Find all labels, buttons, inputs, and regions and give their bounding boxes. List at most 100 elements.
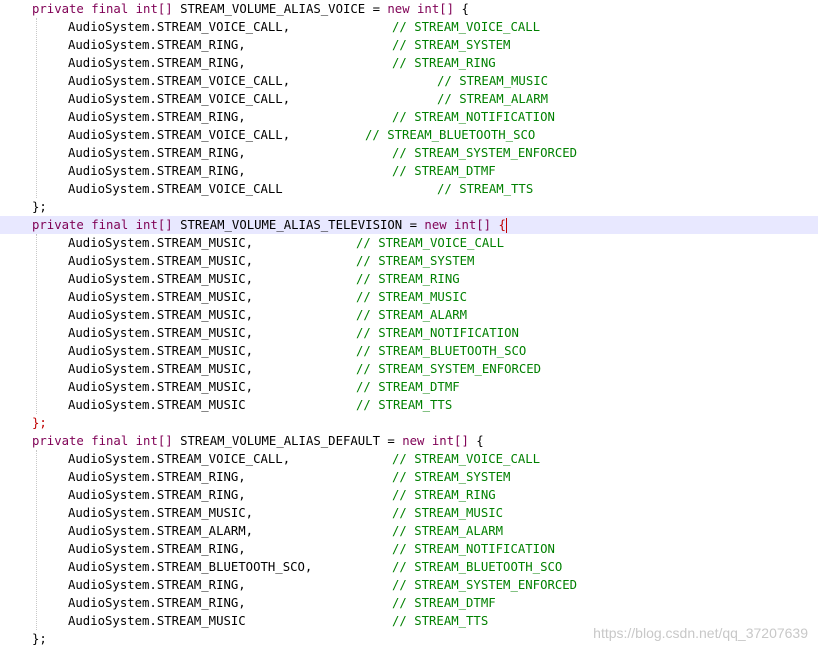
text-cursor (505, 218, 507, 233)
array-entry: AudioSystem.STREAM_RING, (68, 38, 246, 52)
line-comment: // STREAM_BLUETOOTH_SCO (356, 344, 527, 358)
open-brace: { (461, 2, 469, 16)
type-keyword: int[] (135, 218, 173, 232)
modifier-keywords: private final (32, 434, 129, 448)
line-comment: // STREAM_BLUETOOTH_SCO (365, 128, 536, 142)
array-name: STREAM_VOLUME_ALIAS_VOICE (180, 2, 366, 16)
array-entry-line: AudioSystem.STREAM_RING, // STREAM_SYSTEM… (0, 576, 818, 594)
array-entry: AudioSystem.STREAM_MUSIC, (68, 344, 254, 358)
indent-guide (36, 18, 37, 198)
array-entry: AudioSystem.STREAM_MUSIC, (68, 290, 254, 304)
array-entry-line: AudioSystem.STREAM_ALARM, // STREAM_ALARM (0, 522, 818, 540)
code-editor[interactable]: private final int[] STREAM_VOLUME_ALIAS_… (0, 0, 818, 649)
array-close: }; (0, 198, 818, 216)
array-entry-line: AudioSystem.STREAM_RING, // STREAM_RING (0, 486, 818, 504)
line-comment: // STREAM_SYSTEM_ENFORCED (392, 578, 578, 592)
array-entry-line: AudioSystem.STREAM_MUSIC, // STREAM_BLUET… (0, 342, 818, 360)
indent-guide (36, 234, 37, 414)
close-brace: }; (32, 632, 47, 646)
array-name: STREAM_VOLUME_ALIAS_DEFAULT (180, 434, 380, 448)
array-entry: AudioSystem.STREAM_MUSIC, (68, 326, 254, 340)
array-close: }; (0, 414, 818, 432)
assign-operator: = (409, 218, 418, 232)
line-comment: // STREAM_NOTIFICATION (356, 326, 519, 340)
line-comment: // STREAM_VOICE_CALL (392, 452, 541, 466)
array-entry: AudioSystem.STREAM_RING, (68, 56, 246, 70)
array-entry: AudioSystem.STREAM_MUSIC, (68, 236, 254, 250)
array-entry: AudioSystem.STREAM_RING, (68, 596, 246, 610)
array-entry: AudioSystem.STREAM_VOICE_CALL, (68, 128, 291, 142)
line-comment: // STREAM_ALARM (392, 524, 504, 538)
array-entry: AudioSystem.STREAM_MUSIC, (68, 380, 254, 394)
array-entry: AudioSystem.STREAM_VOICE_CALL, (68, 92, 291, 106)
modifier-keywords: private final (32, 218, 129, 232)
line-comment: // STREAM_DTMF (392, 164, 496, 178)
array-entry-line: AudioSystem.STREAM_VOICE_CALL // STREAM_T… (0, 180, 818, 198)
array-entry-line: AudioSystem.STREAM_RING, // STREAM_SYSTEM (0, 468, 818, 486)
line-comment: // STREAM_NOTIFICATION (392, 110, 555, 124)
line-comment: // STREAM_SYSTEM (392, 470, 511, 484)
line-comment: // STREAM_SYSTEM (392, 38, 511, 52)
type-keyword: int[] (135, 2, 173, 16)
line-comment: // STREAM_RING (392, 56, 496, 70)
line-comment: // STREAM_BLUETOOTH_SCO (392, 560, 563, 574)
line-comment: // STREAM_TTS (437, 182, 534, 196)
array-entry-line: AudioSystem.STREAM_VOICE_CALL, // STREAM_… (0, 18, 818, 36)
open-brace: { (498, 218, 506, 232)
array-entry-line: AudioSystem.STREAM_MUSIC // STREAM_TTS (0, 396, 818, 414)
array-entry: AudioSystem.STREAM_RING, (68, 470, 246, 484)
indent-guide (36, 450, 37, 630)
array-entry-line: AudioSystem.STREAM_RING, // STREAM_NOTIFI… (0, 108, 818, 126)
array-entry: AudioSystem.STREAM_RING, (68, 146, 246, 160)
new-type-keyword: int[] (431, 434, 469, 448)
array-entry-line: AudioSystem.STREAM_MUSIC, // STREAM_SYSTE… (0, 360, 818, 378)
array-entry: AudioSystem.STREAM_RING, (68, 542, 246, 556)
array-name: STREAM_VOLUME_ALIAS_TELEVISION (180, 218, 403, 232)
array-entry-line: AudioSystem.STREAM_RING, // STREAM_RING (0, 54, 818, 72)
new-keyword: new (387, 2, 410, 16)
line-comment: // STREAM_ALARM (356, 308, 468, 322)
array-entry: AudioSystem.STREAM_MUSIC, (68, 272, 254, 286)
array-entry-line: AudioSystem.STREAM_MUSIC, // STREAM_VOICE… (0, 234, 818, 252)
array-entry: AudioSystem.STREAM_VOICE_CALL (68, 182, 283, 196)
array-entry-line: AudioSystem.STREAM_RING, // STREAM_SYSTEM… (0, 144, 818, 162)
modifier-keywords: private final (32, 2, 129, 16)
line-comment: // STREAM_VOICE_CALL (356, 236, 505, 250)
array-entry-line: AudioSystem.STREAM_RING, // STREAM_DTMF (0, 162, 818, 180)
type-keyword: int[] (135, 434, 173, 448)
array-entry: AudioSystem.STREAM_MUSIC (68, 614, 246, 628)
close-brace: }; (32, 416, 47, 430)
array-entry: AudioSystem.STREAM_VOICE_CALL, (68, 452, 291, 466)
array-entry-line: AudioSystem.STREAM_VOICE_CALL, // STREAM_… (0, 72, 818, 90)
array-entry: AudioSystem.STREAM_MUSIC, (68, 254, 254, 268)
array-entry: AudioSystem.STREAM_BLUETOOTH_SCO, (68, 560, 313, 574)
array-entry-line: AudioSystem.STREAM_MUSIC, // STREAM_NOTIF… (0, 324, 818, 342)
array-entry: AudioSystem.STREAM_RING, (68, 110, 246, 124)
watermark: https://blog.csdn.net/qq_37207639 (593, 625, 808, 641)
line-comment: // STREAM_MUSIC (437, 74, 549, 88)
array-entry: AudioSystem.STREAM_MUSIC, (68, 308, 254, 322)
line-comment: // STREAM_SYSTEM (356, 254, 475, 268)
line-comment: // STREAM_RING (356, 272, 460, 286)
line-comment: // STREAM_TTS (392, 614, 489, 628)
line-comment: // STREAM_VOICE_CALL (392, 20, 541, 34)
array-entry-line: AudioSystem.STREAM_BLUETOOTH_SCO, // STRE… (0, 558, 818, 576)
line-comment: // STREAM_RING (392, 488, 496, 502)
new-keyword: new (424, 218, 447, 232)
array-entry: AudioSystem.STREAM_ALARM, (68, 524, 254, 538)
array-entry-line: AudioSystem.STREAM_VOICE_CALL, // STREAM_… (0, 90, 818, 108)
array-declaration: private final int[] STREAM_VOLUME_ALIAS_… (0, 432, 818, 450)
line-comment: // STREAM_TTS (356, 398, 453, 412)
array-entry-line: AudioSystem.STREAM_MUSIC, // STREAM_MUSIC (0, 504, 818, 522)
close-brace: }; (32, 200, 47, 214)
line-comment: // STREAM_MUSIC (392, 506, 504, 520)
new-type-keyword: int[] (454, 218, 492, 232)
line-comment: // STREAM_SYSTEM_ENFORCED (392, 146, 578, 160)
array-entry-line: AudioSystem.STREAM_VOICE_CALL, // STREAM_… (0, 450, 818, 468)
array-entry: AudioSystem.STREAM_RING, (68, 578, 246, 592)
array-entry-line: AudioSystem.STREAM_MUSIC, // STREAM_ALARM (0, 306, 818, 324)
array-entry-line: AudioSystem.STREAM_MUSIC, // STREAM_DTMF (0, 378, 818, 396)
new-type-keyword: int[] (417, 2, 455, 16)
line-comment: // STREAM_ALARM (437, 92, 549, 106)
array-declaration: private final int[] STREAM_VOLUME_ALIAS_… (0, 0, 818, 18)
